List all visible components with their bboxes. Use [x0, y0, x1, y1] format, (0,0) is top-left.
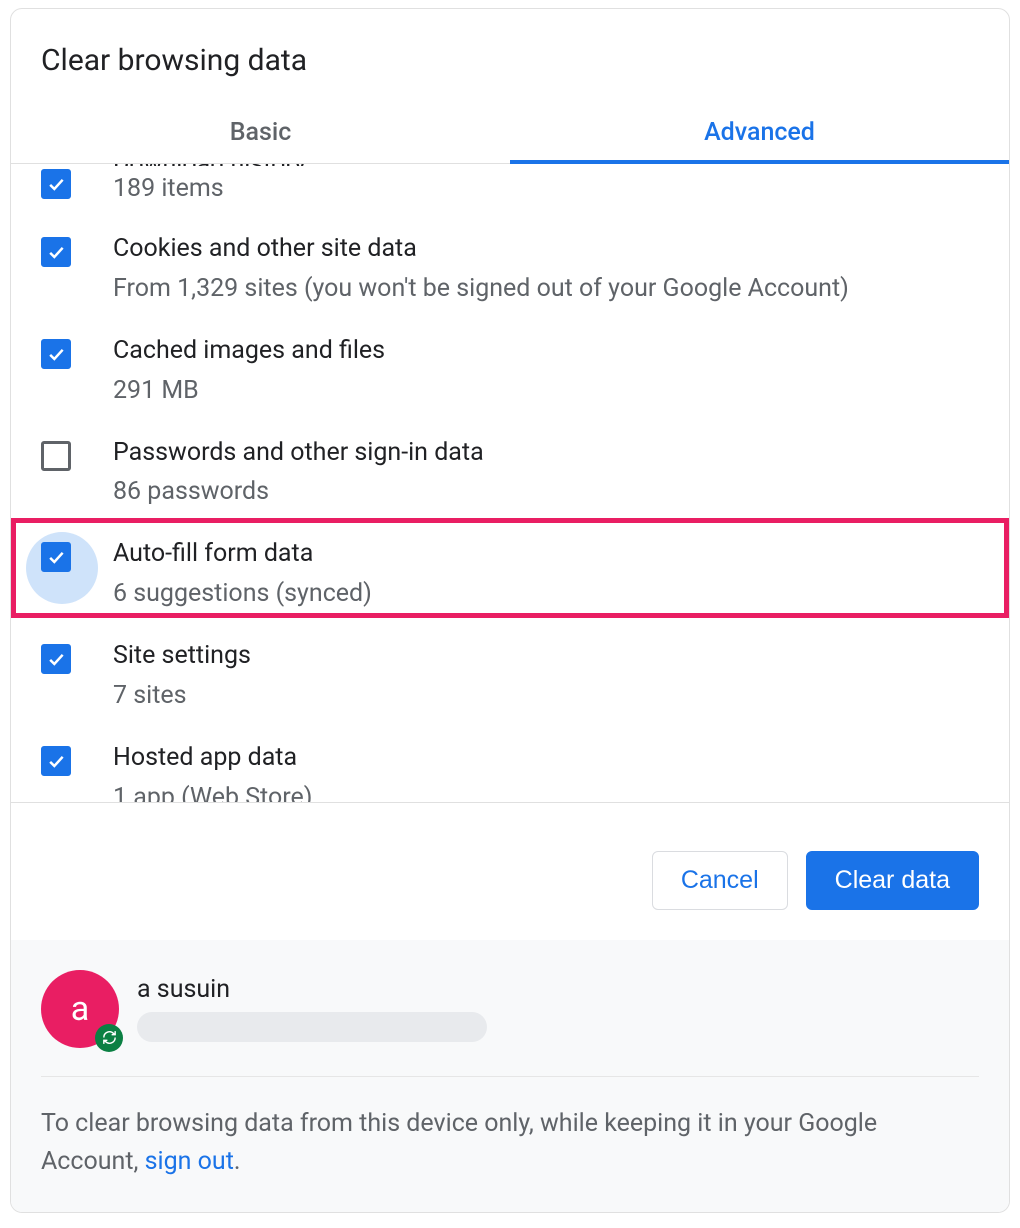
- info-text-after: .: [234, 1147, 241, 1176]
- option-text: Download history 189 items: [113, 164, 306, 203]
- option-subtitle: 1 app (Web Store): [113, 783, 312, 802]
- checkbox-passwords[interactable]: [41, 441, 71, 471]
- check-icon: [46, 174, 66, 194]
- check-icon: [46, 751, 66, 771]
- option-autofill[interactable]: Auto-fill form data 6 suggestions (synce…: [11, 518, 1009, 620]
- option-download-history[interactable]: Download history 189 items: [11, 164, 1009, 213]
- dialog-footer: Cancel Clear data a a: [11, 802, 1009, 1213]
- option-title: Cached images and files: [113, 334, 385, 368]
- cancel-button[interactable]: Cancel: [652, 851, 788, 910]
- buttons-row: Cancel Clear data: [11, 803, 1009, 940]
- option-title: Download history: [113, 164, 306, 166]
- account-area: a a susuin To clear br: [11, 940, 1009, 1213]
- account-email-redacted: [137, 1012, 487, 1042]
- account-row: a a susuin: [41, 970, 979, 1077]
- dialog-title: Clear browsing data: [11, 9, 1009, 100]
- sign-out-link[interactable]: sign out: [145, 1147, 234, 1176]
- option-text: Passwords and other sign-in data 86 pass…: [113, 436, 484, 507]
- option-cookies[interactable]: Cookies and other site data From 1,329 s…: [11, 213, 1009, 315]
- option-text: Cookies and other site data From 1,329 s…: [113, 232, 849, 303]
- option-subtitle: 189 items: [113, 174, 306, 203]
- option-subtitle: From 1,329 sites (you won't be signed ou…: [113, 274, 849, 303]
- option-site-settings[interactable]: Site settings 7 sites: [11, 620, 1009, 722]
- option-subtitle: 7 sites: [113, 681, 251, 710]
- checkbox-download-history[interactable]: [41, 169, 71, 199]
- sync-icon: [101, 1029, 118, 1046]
- option-subtitle: 86 passwords: [113, 477, 484, 506]
- avatar: a: [41, 970, 119, 1048]
- check-icon: [46, 242, 66, 262]
- option-title: Cookies and other site data: [113, 232, 849, 266]
- option-hosted-app[interactable]: Hosted app data 1 app (Web Store): [11, 722, 1009, 802]
- tabs: Basic Advanced: [11, 100, 1009, 164]
- option-title: Passwords and other sign-in data: [113, 436, 484, 470]
- option-title: Hosted app data: [113, 741, 312, 775]
- checkbox-cached[interactable]: [41, 339, 71, 369]
- check-icon: [46, 649, 66, 669]
- option-title: Site settings: [113, 639, 251, 673]
- option-text: Site settings 7 sites: [113, 639, 251, 710]
- options-list: Download history 189 items Cookies and o…: [11, 164, 1009, 802]
- option-title: Auto-fill form data: [113, 537, 372, 571]
- checkbox-hosted-app[interactable]: [41, 746, 71, 776]
- account-name: a susuin: [137, 975, 487, 1004]
- info-text: To clear browsing data from this device …: [41, 1077, 979, 1183]
- tab-basic[interactable]: Basic: [11, 100, 510, 163]
- account-info: a susuin: [137, 975, 487, 1042]
- check-icon: [46, 344, 66, 364]
- clear-data-button[interactable]: Clear data: [806, 851, 979, 910]
- checkbox-site-settings[interactable]: [41, 644, 71, 674]
- tab-advanced[interactable]: Advanced: [510, 100, 1009, 163]
- option-text: Hosted app data 1 app (Web Store): [113, 741, 312, 802]
- option-subtitle: 6 suggestions (synced): [113, 579, 372, 608]
- sync-badge: [95, 1024, 123, 1052]
- clear-browsing-data-dialog: Clear browsing data Basic Advanced Downl…: [10, 8, 1010, 1213]
- option-cached[interactable]: Cached images and files 291 MB: [11, 315, 1009, 417]
- checkbox-cookies[interactable]: [41, 237, 71, 267]
- checkbox-autofill[interactable]: [41, 542, 71, 572]
- check-icon: [46, 547, 66, 567]
- option-subtitle: 291 MB: [113, 376, 385, 405]
- option-passwords[interactable]: Passwords and other sign-in data 86 pass…: [11, 417, 1009, 519]
- options-scroll-area[interactable]: Download history 189 items Cookies and o…: [11, 164, 1009, 802]
- option-text: Cached images and files 291 MB: [113, 334, 385, 405]
- option-text: Auto-fill form data 6 suggestions (synce…: [113, 537, 372, 608]
